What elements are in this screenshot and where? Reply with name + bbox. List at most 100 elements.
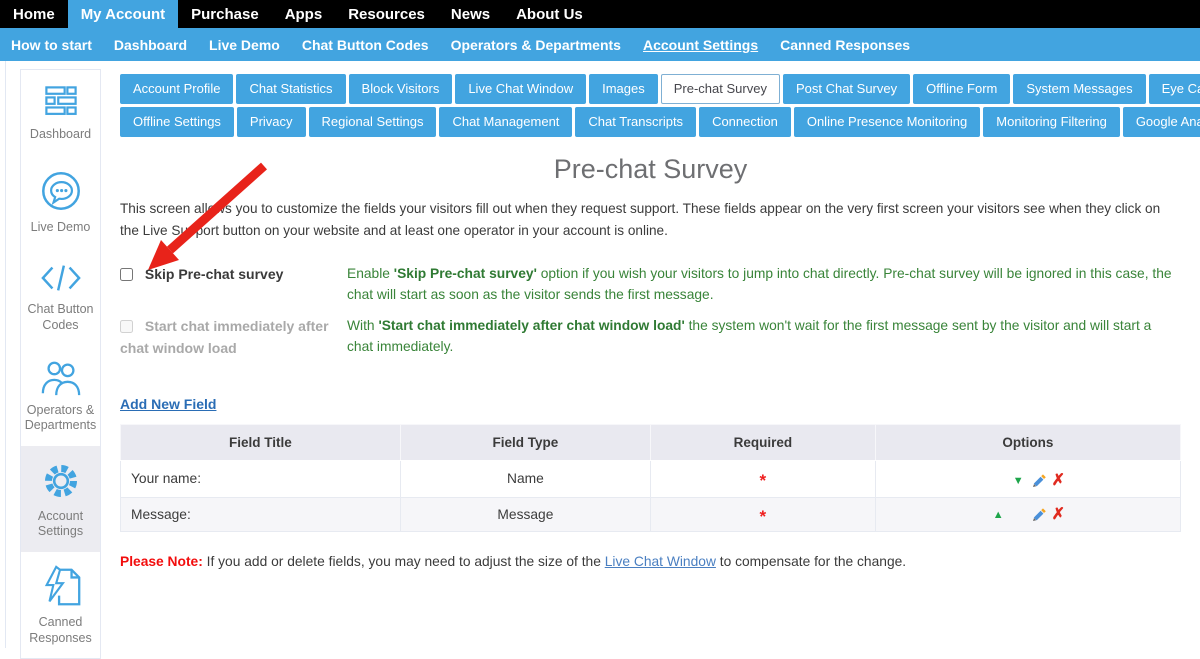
edit-pencil-icon[interactable] xyxy=(1031,507,1047,523)
sidebar-label: Operators & Departments xyxy=(24,403,97,434)
required-cell: * xyxy=(650,497,875,531)
column-header-field-title: Field Title xyxy=(121,424,401,460)
account-navigation: How to start Dashboard Live Demo Chat Bu… xyxy=(0,28,1200,61)
topnav-item-my-account[interactable]: My Account xyxy=(68,0,178,28)
tab-connection[interactable]: Connection xyxy=(699,107,791,137)
tab-post-chat-survey[interactable]: Post Chat Survey xyxy=(783,74,910,104)
add-new-field-link[interactable]: Add New Field xyxy=(120,396,216,412)
options-cell: ▲ ✗ xyxy=(875,497,1180,531)
sidebar: Dashboard Live Demo Chat Button Codes Op… xyxy=(20,69,101,659)
sidebar-item-dashboard[interactable]: Dashboard xyxy=(21,70,100,155)
topnav-item-purchase[interactable]: Purchase xyxy=(178,0,272,28)
fields-table: Field Title Field Type Required Options … xyxy=(120,424,1181,532)
operators-icon xyxy=(38,357,84,399)
skip-prechat-label: Skip Pre-chat survey xyxy=(145,266,284,282)
start-immediately-checkbox[interactable] xyxy=(120,320,133,333)
live-demo-icon xyxy=(36,166,86,216)
field-title-cell: Message: xyxy=(121,497,401,531)
fields-table-header-row: Field Title Field Type Required Options xyxy=(121,424,1181,460)
required-asterisk: * xyxy=(760,507,767,526)
dashboard-icon xyxy=(39,81,83,123)
subnav-item-dashboard[interactable]: Dashboard xyxy=(103,37,198,53)
code-icon xyxy=(38,258,84,298)
column-header-options: Options xyxy=(875,424,1180,460)
tab-regional-settings[interactable]: Regional Settings xyxy=(309,107,437,137)
subnav-item-live-demo[interactable]: Live Demo xyxy=(198,37,291,53)
start-immediately-option: Start chat immediately after chat window… xyxy=(120,316,347,359)
sidebar-item-canned-responses[interactable]: Canned Responses xyxy=(21,552,100,658)
subnav-item-chat-button-codes[interactable]: Chat Button Codes xyxy=(291,37,440,53)
tab-chat-management[interactable]: Chat Management xyxy=(439,107,572,137)
field-type-cell: Message xyxy=(400,497,650,531)
gear-icon xyxy=(37,457,85,505)
tab-live-chat-window[interactable]: Live Chat Window xyxy=(455,74,586,104)
sidebar-item-live-demo[interactable]: Live Demo xyxy=(21,155,100,248)
move-up-icon[interactable]: ▲ xyxy=(991,509,1006,521)
tab-privacy[interactable]: Privacy xyxy=(237,107,306,137)
column-header-required: Required xyxy=(650,424,875,460)
tab-monitoring-filtering[interactable]: Monitoring Filtering xyxy=(983,107,1120,137)
topnav-item-news[interactable]: News xyxy=(438,0,503,28)
option-row-start-immediately: Start chat immediately after chat window… xyxy=(120,316,1181,359)
subnav-item-how-to-start[interactable]: How to start xyxy=(0,37,103,53)
sidebar-item-account-settings[interactable]: Account Settings xyxy=(21,446,100,552)
main-content: Account Profile Chat Statistics Block Vi… xyxy=(120,61,1181,569)
option-row-skip-prechat: Skip Pre-chat survey Enable 'Skip Pre-ch… xyxy=(120,264,1181,305)
settings-tabs-row-1: Account Profile Chat Statistics Block Vi… xyxy=(120,74,1181,104)
tab-images[interactable]: Images xyxy=(589,74,658,104)
skip-prechat-checkbox[interactable] xyxy=(120,268,133,281)
sidebar-label: Canned Responses xyxy=(24,615,97,646)
live-chat-window-link[interactable]: Live Chat Window xyxy=(605,554,716,569)
tab-system-messages[interactable]: System Messages xyxy=(1013,74,1145,104)
tab-online-presence-monitoring[interactable]: Online Presence Monitoring xyxy=(794,107,980,137)
sidebar-label: Dashboard xyxy=(24,127,97,143)
please-note-label: Please Note: xyxy=(120,554,203,569)
please-note: Please Note: If you add or delete fields… xyxy=(120,554,1181,569)
topnav-item-about-us[interactable]: About Us xyxy=(503,0,596,28)
field-type-cell: Name xyxy=(400,460,650,497)
edit-pencil-icon[interactable] xyxy=(1031,473,1047,489)
subnav-item-canned-responses[interactable]: Canned Responses xyxy=(769,37,921,53)
tab-offline-form[interactable]: Offline Form xyxy=(913,74,1010,104)
tab-chat-statistics[interactable]: Chat Statistics xyxy=(236,74,345,104)
subnav-item-account-settings[interactable]: Account Settings xyxy=(632,37,769,53)
left-divider xyxy=(5,61,6,648)
required-cell: * xyxy=(650,460,875,497)
tab-eye-catcher[interactable]: Eye Catcher xyxy=(1149,74,1200,104)
sidebar-item-operators-departments[interactable]: Operators & Departments xyxy=(21,346,100,446)
sidebar-item-chat-button-codes[interactable]: Chat Button Codes xyxy=(21,247,100,345)
tab-offline-settings[interactable]: Offline Settings xyxy=(120,107,234,137)
sidebar-label: Account Settings xyxy=(24,509,97,540)
delete-icon[interactable]: ✗ xyxy=(1052,473,1065,489)
field-title-cell: Your name: xyxy=(121,460,401,497)
desc-bold: 'Skip Pre-chat survey' xyxy=(394,266,537,281)
top-navigation: Home My Account Purchase Apps Resources … xyxy=(0,0,1200,28)
options-cell: ▼ ✗ xyxy=(875,460,1180,497)
sidebar-label: Chat Button Codes xyxy=(24,302,97,333)
move-down-icon[interactable]: ▼ xyxy=(1011,475,1026,487)
subnav-item-operators-departments[interactable]: Operators & Departments xyxy=(440,37,632,53)
survey-options: Skip Pre-chat survey Enable 'Skip Pre-ch… xyxy=(120,264,1181,360)
topnav-item-apps[interactable]: Apps xyxy=(272,0,336,28)
skip-prechat-option: Skip Pre-chat survey xyxy=(120,264,347,286)
tab-account-profile[interactable]: Account Profile xyxy=(120,74,233,104)
start-immediately-label: Start chat immediately after chat window… xyxy=(120,318,329,356)
tab-pre-chat-survey[interactable]: Pre-chat Survey xyxy=(661,74,780,104)
tab-block-visitors[interactable]: Block Visitors xyxy=(349,74,453,104)
tab-chat-transcripts[interactable]: Chat Transcripts xyxy=(575,107,696,137)
tab-google-analytics[interactable]: Google Analytics xyxy=(1123,107,1200,137)
start-immediately-description: With 'Start chat immediately after chat … xyxy=(347,316,1181,357)
page-title: Pre-chat Survey xyxy=(120,154,1181,185)
topnav-item-home[interactable]: Home xyxy=(0,0,68,28)
desc-prefix: With xyxy=(347,318,378,333)
note-text-2: to compensate for the change. xyxy=(716,554,906,569)
column-header-field-type: Field Type xyxy=(400,424,650,460)
skip-prechat-description: Enable 'Skip Pre-chat survey' option if … xyxy=(347,264,1181,305)
note-text-1: If you add or delete fields, you may nee… xyxy=(203,554,605,569)
delete-icon[interactable]: ✗ xyxy=(1052,507,1065,523)
canned-responses-icon xyxy=(38,563,84,611)
sidebar-label: Live Demo xyxy=(24,220,97,236)
field-row-message: Message: Message * ▲ ✗ xyxy=(121,497,1181,531)
required-asterisk: * xyxy=(760,471,767,490)
topnav-item-resources[interactable]: Resources xyxy=(335,0,438,28)
